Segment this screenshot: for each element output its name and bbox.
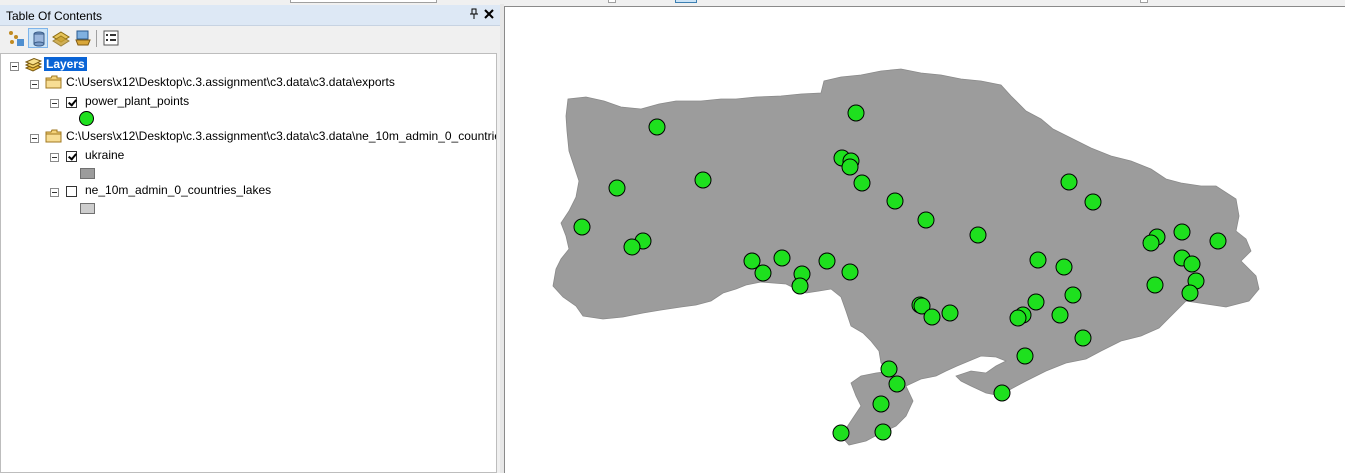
map-view[interactable] bbox=[504, 6, 1345, 473]
power-plant-point[interactable] bbox=[1055, 258, 1073, 276]
toolbar-field-edge bbox=[608, 0, 616, 3]
power-plant-point[interactable] bbox=[1142, 234, 1160, 252]
toolbar-button-edge bbox=[675, 0, 697, 3]
options-button[interactable] bbox=[101, 28, 121, 48]
power-plant-point[interactable] bbox=[888, 375, 906, 393]
power-plant-point[interactable] bbox=[853, 174, 871, 192]
layer-name-ukraine[interactable]: ukraine bbox=[85, 148, 124, 162]
power-plant-point[interactable] bbox=[1027, 293, 1045, 311]
list-by-selection-icon bbox=[75, 30, 91, 46]
power-plant-point[interactable] bbox=[573, 218, 591, 236]
power-plant-point[interactable] bbox=[1183, 255, 1201, 273]
layer-name-lakes[interactable]: ne_10m_admin_0_countries_lakes bbox=[85, 183, 271, 197]
power-plant-point[interactable] bbox=[1173, 223, 1191, 241]
power-plant-point[interactable] bbox=[1181, 284, 1199, 302]
list-by-drawing-order-icon bbox=[9, 31, 24, 46]
collapse-toggle-lakes[interactable] bbox=[50, 188, 59, 197]
collapse-toggle-ukraine[interactable] bbox=[50, 153, 59, 162]
list-by-source-button[interactable] bbox=[28, 28, 48, 48]
toc-title: Table Of Contents bbox=[6, 9, 103, 23]
legend-symbol-polygon-ukraine[interactable] bbox=[80, 168, 95, 179]
power-plant-point[interactable] bbox=[880, 360, 898, 378]
visibility-checkbox-ukraine[interactable] bbox=[66, 151, 77, 162]
power-plant-point[interactable] bbox=[1064, 286, 1082, 304]
data-source-path-countries: C:\Users\x12\Desktop\c.3.assignment\c3.d… bbox=[66, 129, 497, 143]
power-plant-point[interactable] bbox=[923, 308, 941, 326]
toolbar-separator bbox=[96, 30, 97, 47]
legend-symbol-polygon-lakes[interactable] bbox=[80, 203, 95, 214]
power-plant-point[interactable] bbox=[1051, 306, 1069, 324]
power-plant-point[interactable] bbox=[791, 277, 809, 295]
list-by-selection-button[interactable] bbox=[73, 28, 93, 48]
power-plant-point[interactable] bbox=[832, 424, 850, 442]
power-plant-point[interactable] bbox=[1016, 347, 1034, 365]
power-plant-point[interactable] bbox=[648, 118, 666, 136]
power-plant-point[interactable] bbox=[917, 211, 935, 229]
list-by-drawing-order-button[interactable] bbox=[6, 28, 26, 48]
toc-tree: Layers C:\Users\x12\Desktop\c.3.assignme… bbox=[0, 53, 497, 473]
layers-icon bbox=[25, 58, 42, 72]
power-plant-point[interactable] bbox=[1146, 276, 1164, 294]
visibility-checkbox-lakes[interactable] bbox=[66, 186, 77, 197]
close-icon[interactable] bbox=[484, 7, 494, 22]
list-by-visibility-button[interactable] bbox=[51, 28, 71, 48]
power-plant-point[interactable] bbox=[841, 158, 859, 176]
collapse-toggle-group-countries[interactable] bbox=[30, 134, 39, 143]
power-plant-point[interactable] bbox=[847, 104, 865, 122]
power-plant-point[interactable] bbox=[754, 264, 772, 282]
toolbar-field-edge bbox=[290, 0, 437, 3]
power-plant-point[interactable] bbox=[818, 252, 836, 270]
collapse-toggle-power-plant-points[interactable] bbox=[50, 99, 59, 108]
power-plant-point[interactable] bbox=[1029, 251, 1047, 269]
power-plant-point[interactable] bbox=[608, 179, 626, 197]
toc-toolbar bbox=[0, 26, 500, 52]
power-plant-point[interactable] bbox=[623, 238, 641, 256]
power-plant-point[interactable] bbox=[872, 395, 890, 413]
power-plant-point[interactable] bbox=[1209, 232, 1227, 250]
toolbar-field-edge bbox=[1140, 0, 1148, 3]
visibility-checkbox-power-plant-points[interactable] bbox=[66, 97, 77, 108]
power-plant-point[interactable] bbox=[841, 263, 859, 281]
legend-symbol-point[interactable] bbox=[79, 111, 94, 126]
power-plant-point[interactable] bbox=[969, 226, 987, 244]
layer-name-power-plant-points[interactable]: power_plant_points bbox=[85, 94, 189, 108]
power-plant-point[interactable] bbox=[993, 384, 1011, 402]
list-by-visibility-icon bbox=[52, 31, 70, 47]
power-plant-point[interactable] bbox=[1009, 309, 1027, 327]
power-plant-point[interactable] bbox=[1060, 173, 1078, 191]
power-plant-point[interactable] bbox=[874, 423, 892, 441]
power-plant-point[interactable] bbox=[1084, 193, 1102, 211]
toc-title-bar: Table Of Contents bbox=[0, 5, 500, 26]
list-by-source-icon bbox=[33, 31, 45, 47]
collapse-toggle-layers[interactable] bbox=[10, 62, 19, 71]
collapse-toggle-group-exports[interactable] bbox=[30, 80, 39, 89]
data-frame-layers[interactable]: Layers bbox=[44, 57, 87, 71]
folder-icon bbox=[45, 75, 62, 89]
map-canvas[interactable] bbox=[505, 7, 1345, 473]
options-icon bbox=[103, 30, 119, 46]
data-source-path-exports: C:\Users\x12\Desktop\c.3.assignment\c3.d… bbox=[66, 75, 395, 89]
table-of-contents-pane: Table Of Contents Layers C:\Users\x12\De… bbox=[0, 4, 500, 473]
folder-icon bbox=[45, 129, 62, 143]
power-plant-point[interactable] bbox=[941, 304, 959, 322]
power-plant-point[interactable] bbox=[694, 171, 712, 189]
power-plant-point[interactable] bbox=[1074, 329, 1092, 347]
power-plant-point[interactable] bbox=[886, 192, 904, 210]
pin-icon[interactable] bbox=[469, 8, 479, 23]
power-plant-point[interactable] bbox=[773, 249, 791, 267]
